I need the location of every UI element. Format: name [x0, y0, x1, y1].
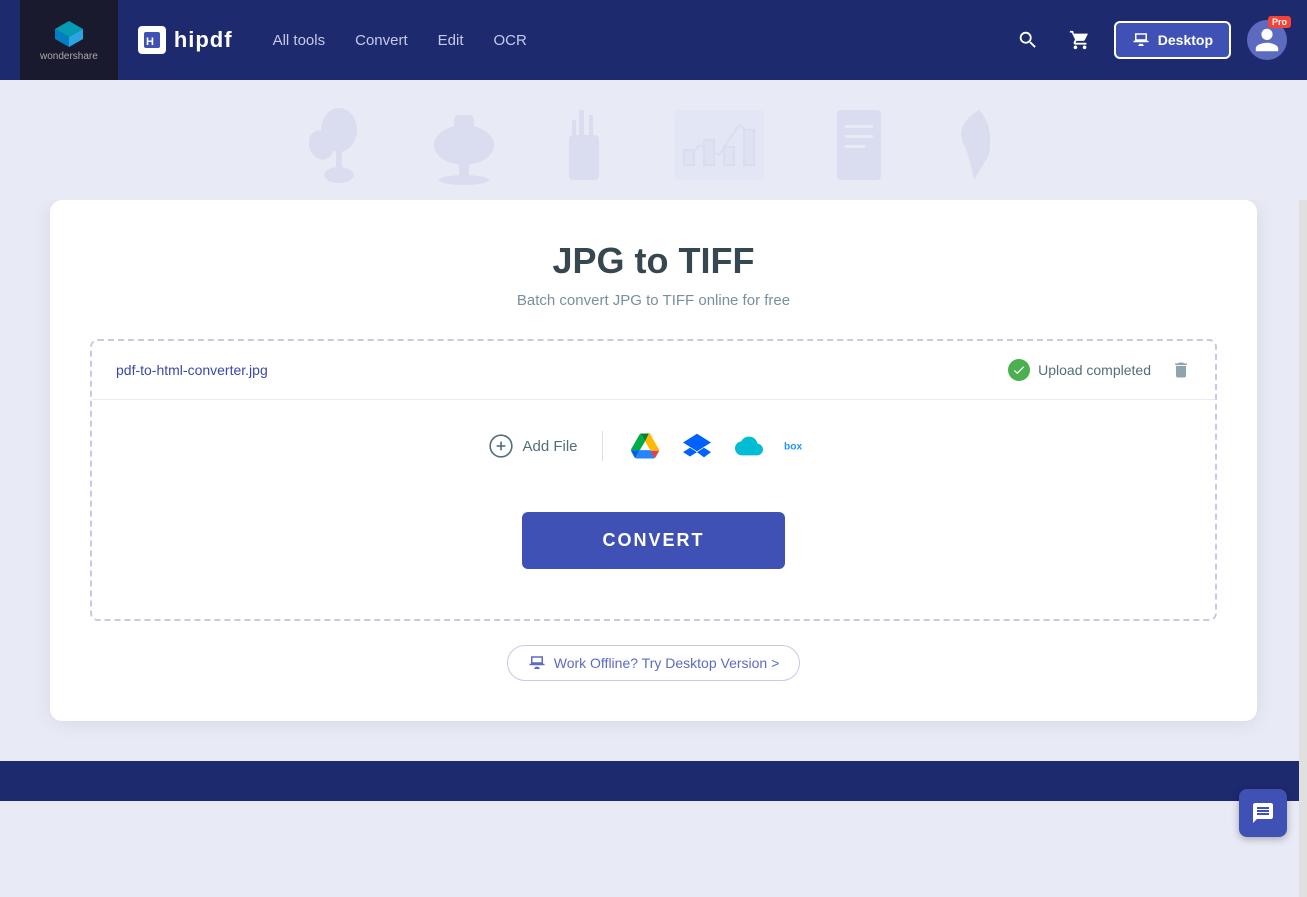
check-circle-icon — [1008, 359, 1030, 381]
convert-button-wrapper: CONVERT — [92, 512, 1215, 569]
add-file-button[interactable]: Add File — [488, 433, 577, 459]
plus-circle-icon — [488, 433, 514, 459]
add-file-row: Add File — [92, 400, 1215, 492]
nav-all-tools[interactable]: All tools — [273, 32, 326, 49]
onedrive-button[interactable] — [731, 428, 767, 464]
upload-status-label: Upload completed — [1038, 362, 1151, 378]
converter-card: JPG to TIFF Batch convert JPG to TIFF on… — [50, 200, 1257, 721]
svg-text:H: H — [146, 36, 154, 48]
cloud-storage-icon — [735, 432, 763, 460]
pro-badge: Pro — [1268, 16, 1291, 28]
plant-icon — [309, 95, 369, 185]
nav-actions: Desktop Pro — [1010, 20, 1287, 60]
desktop-btn-label: Desktop — [1158, 32, 1213, 48]
dropbox-button[interactable] — [679, 428, 715, 464]
avatar-icon — [1253, 26, 1281, 54]
file-name: pdf-to-html-converter.jpg — [116, 362, 1008, 378]
hipdf-logo-icon: H — [142, 30, 162, 50]
offline-label: Work Offline? Try Desktop Version > — [554, 655, 780, 671]
lamp-icon — [429, 105, 499, 185]
document-icon — [829, 105, 889, 185]
file-drop-zone[interactable]: pdf-to-html-converter.jpg Upload complet… — [90, 339, 1217, 621]
desktop-version-icon — [528, 654, 546, 672]
hipdf-icon: H — [138, 26, 166, 54]
navbar: wondershare H hipdf All tools Convert Ed… — [0, 0, 1307, 80]
chat-icon — [1251, 801, 1275, 825]
search-button[interactable] — [1010, 22, 1046, 58]
file-row: pdf-to-html-converter.jpg Upload complet… — [92, 341, 1215, 400]
spacer — [92, 579, 1215, 619]
page-title: JPG to TIFF — [90, 240, 1217, 282]
chat-button[interactable] — [1239, 789, 1287, 837]
wondershare-label: wondershare — [40, 51, 98, 62]
footer — [0, 761, 1307, 801]
hipdf-brand: H hipdf — [138, 26, 233, 54]
dropbox-icon — [683, 432, 711, 460]
box-button[interactable]: box — [783, 428, 819, 464]
pencil-cup-icon — [559, 105, 609, 185]
avatar-wrapper: Pro — [1247, 20, 1287, 60]
box-icon: box — [784, 436, 818, 456]
nav-convert[interactable]: Convert — [355, 32, 408, 49]
trash-icon — [1171, 360, 1191, 380]
desktop-version-link[interactable]: Work Offline? Try Desktop Version > — [507, 645, 801, 681]
hipdf-text: hipdf — [174, 27, 233, 53]
google-drive-button[interactable] — [627, 428, 663, 464]
brand-logo: wondershare — [20, 0, 118, 80]
offline-bar: Work Offline? Try Desktop Version > — [90, 645, 1217, 681]
nav-ocr[interactable]: OCR — [494, 32, 527, 49]
convert-button[interactable]: CONVERT — [522, 512, 784, 569]
divider — [602, 431, 603, 461]
page-subtitle: Batch convert JPG to TIFF online for fre… — [90, 292, 1217, 309]
google-drive-icon — [631, 432, 659, 460]
wondershare-icon — [51, 19, 87, 49]
wondershare-logo: wondershare — [40, 19, 98, 62]
search-icon — [1017, 29, 1039, 51]
main-container: JPG to TIFF Batch convert JPG to TIFF on… — [0, 200, 1307, 761]
delete-file-button[interactable] — [1171, 360, 1191, 380]
nav-edit[interactable]: Edit — [438, 32, 464, 49]
desktop-icon — [1132, 31, 1150, 49]
quill-icon — [949, 105, 999, 185]
cart-icon — [1069, 29, 1091, 51]
chart-icon — [669, 105, 769, 185]
cloud-storage-icons: box — [627, 428, 819, 464]
add-file-label: Add File — [522, 438, 577, 455]
cart-button[interactable] — [1062, 22, 1098, 58]
hero-background — [0, 80, 1307, 200]
hero-decorative-icons — [309, 85, 999, 195]
nav-links: All tools Convert Edit OCR — [273, 32, 1010, 49]
svg-text:box: box — [784, 441, 802, 452]
upload-status: Upload completed — [1008, 359, 1151, 381]
checkmark-icon — [1012, 363, 1026, 377]
desktop-button[interactable]: Desktop — [1114, 21, 1231, 59]
